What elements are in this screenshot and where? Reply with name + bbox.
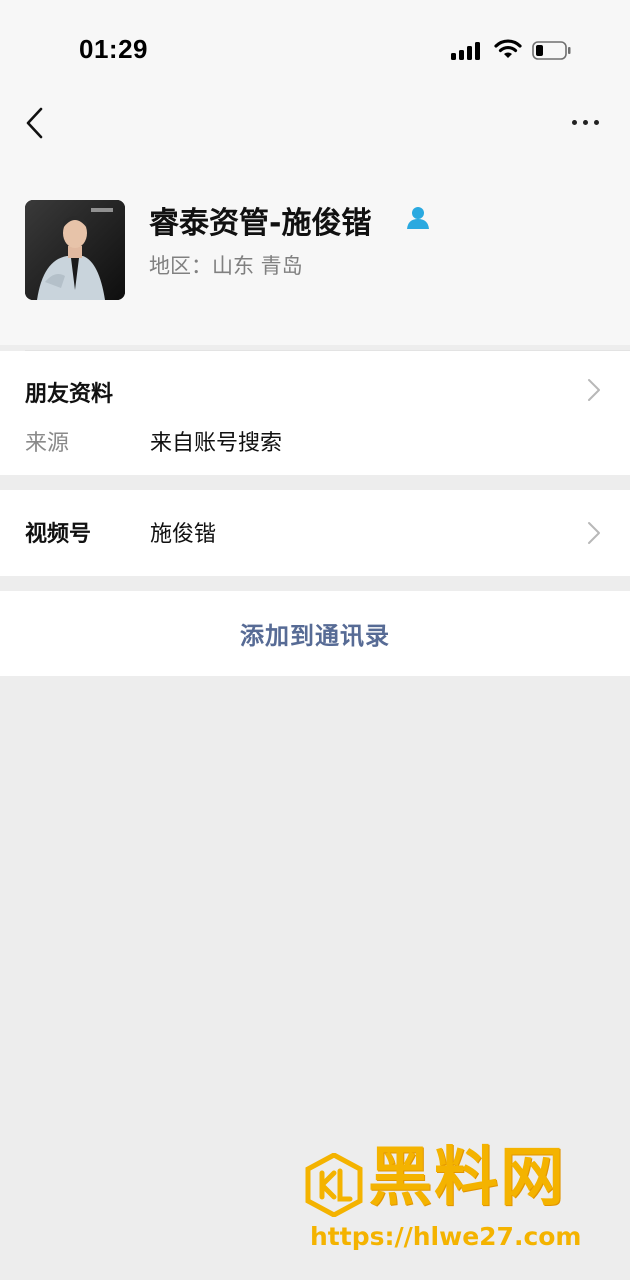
cellular-signal-icon (451, 42, 483, 60)
add-to-contacts-button[interactable]: 添加到通讯录 (0, 591, 630, 676)
source-label: 来源 (25, 431, 70, 456)
watermark-title: 黑料网 (368, 1141, 566, 1215)
battery-icon (532, 41, 571, 60)
contact-name: 睿泰资管-施俊锴 (149, 206, 372, 241)
chevron-right-icon (588, 522, 600, 544)
channels-row[interactable]: 视频号 施俊锴 (0, 490, 630, 576)
more-dots-icon[interactable] (569, 114, 603, 130)
region-text: 地区：山东 青岛 (149, 254, 303, 278)
avatar[interactable] (25, 200, 125, 300)
channels-value: 施俊锴 (150, 522, 217, 547)
friend-info-title: 朋友资料 (25, 382, 114, 407)
chevron-right-icon (588, 379, 600, 401)
watermark-url: https://hlwe27.com (310, 1222, 582, 1251)
person-badge-icon (407, 207, 429, 229)
add-contact-section: 添加到通讯录 (0, 591, 630, 676)
friend-info-section[interactable]: 朋友资料 来源 来自账号搜索 (0, 351, 630, 475)
avatar-photo (25, 200, 125, 300)
back-chevron-icon[interactable] (22, 106, 48, 140)
source-value: 来自账号搜索 (150, 431, 283, 456)
watermark-logo-icon (305, 1153, 363, 1217)
channels-label: 视频号 (25, 522, 92, 547)
wifi-icon (494, 39, 522, 58)
status-time: 01:29 (79, 34, 148, 64)
